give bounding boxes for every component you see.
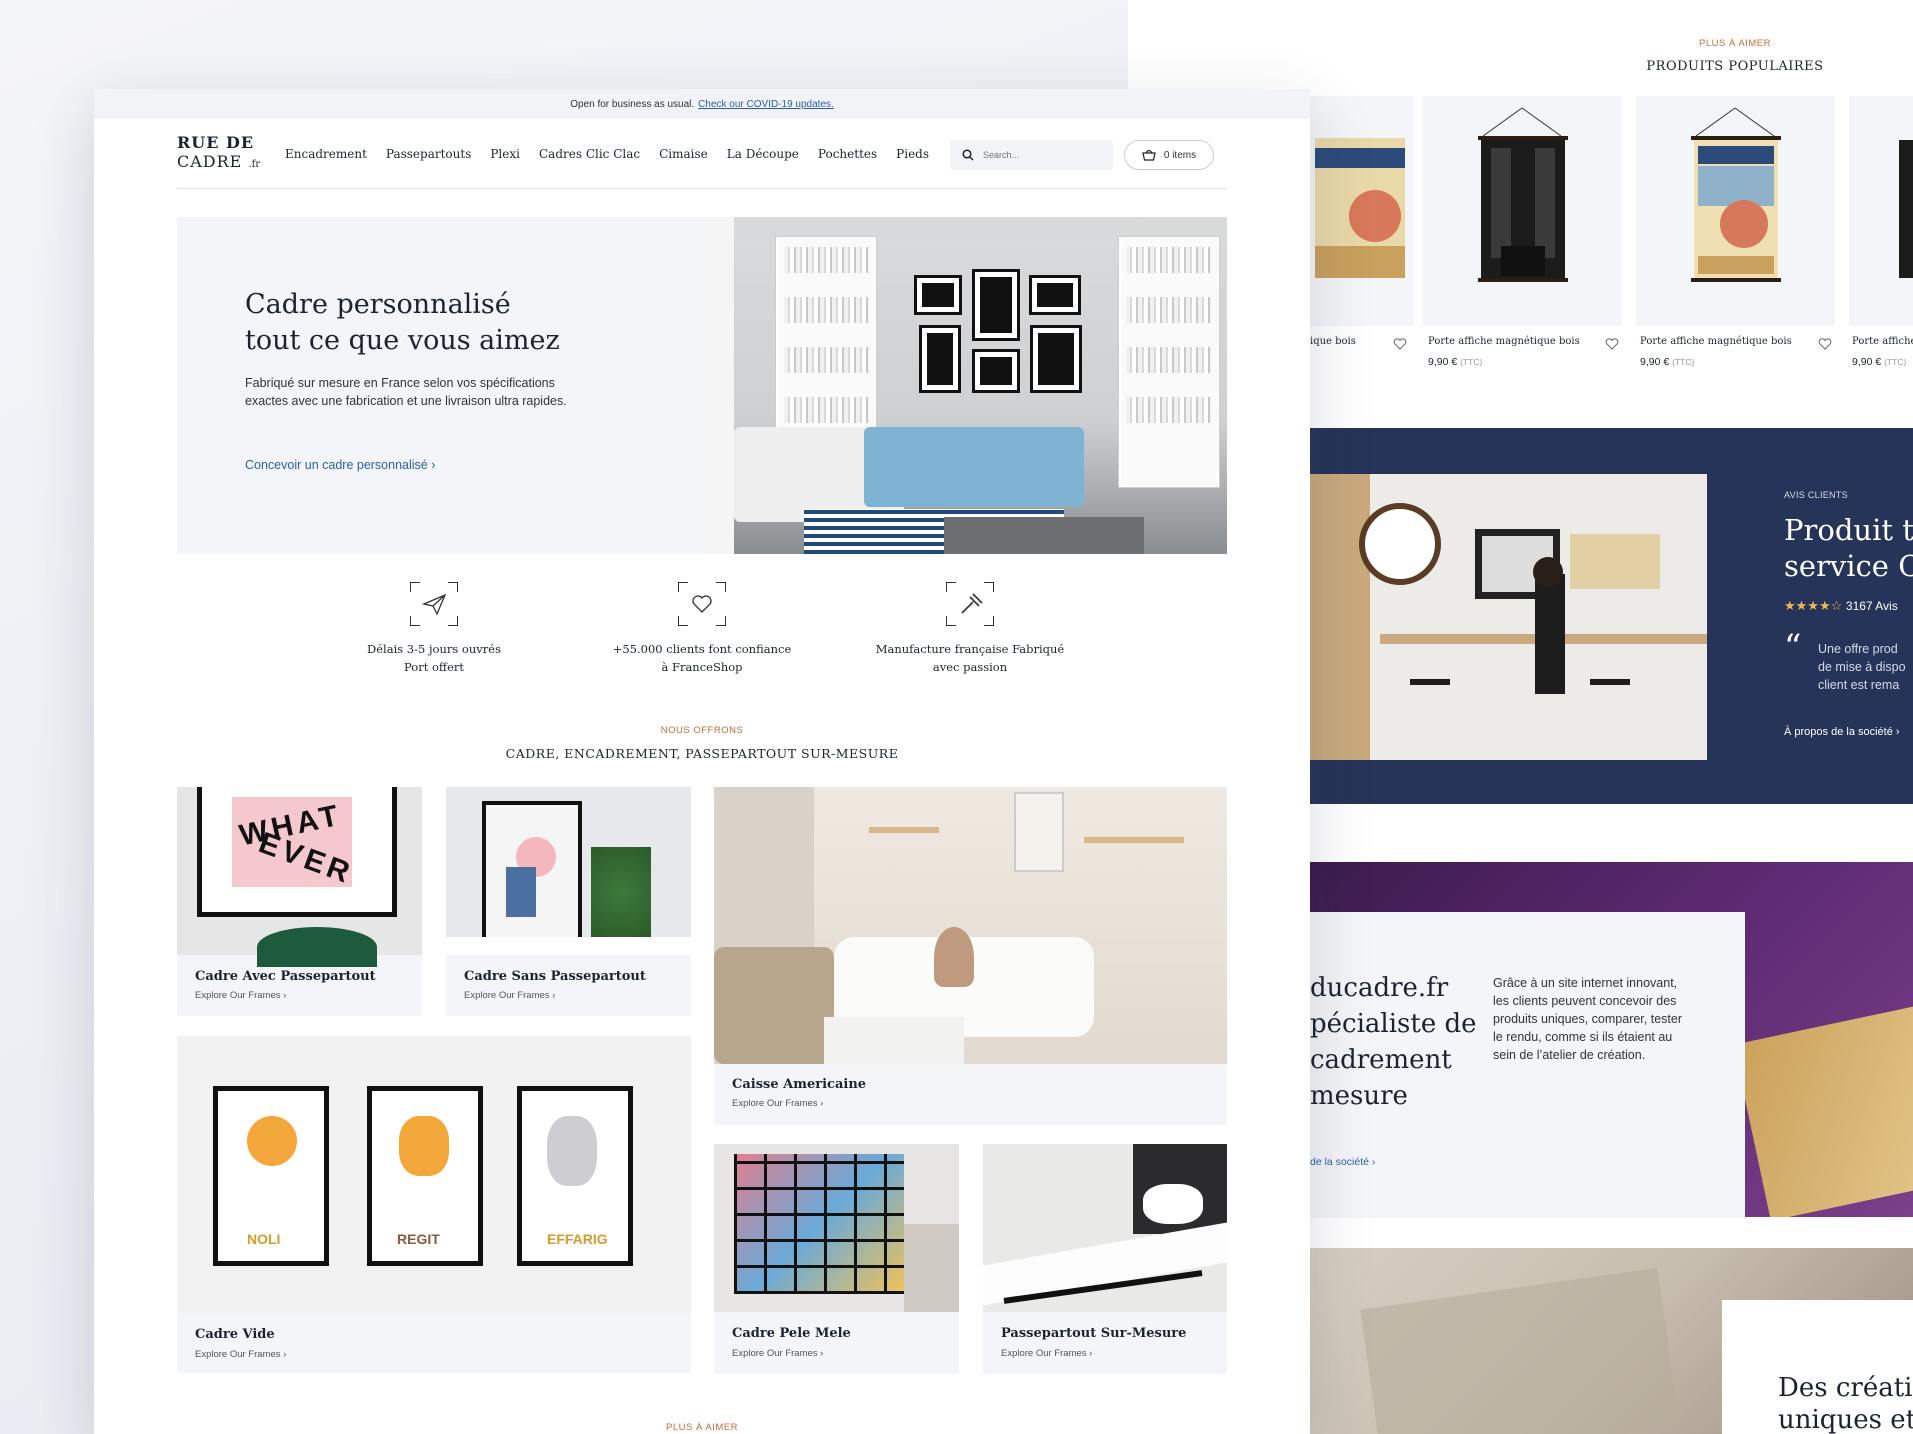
explore-link[interactable]: Explore Our Frames › <box>464 990 555 1001</box>
search-input[interactable] <box>983 150 1103 160</box>
nav-la-decoupe[interactable]: La Découpe <box>727 147 799 161</box>
popular-eyebrow: PLUS À AIMER <box>1699 38 1771 49</box>
wishlist-heart-icon[interactable] <box>1818 338 1832 350</box>
site-logo[interactable]: RUE DE CADRE .fr <box>177 133 285 174</box>
explore-link[interactable]: Explore Our Frames › <box>195 990 286 1001</box>
nav-pochettes[interactable]: Pochettes <box>818 147 877 161</box>
nav-pieds[interactable]: Pieds <box>896 147 929 161</box>
product-card[interactable] <box>1636 96 1835 326</box>
bottom-card: Des créatiouniques et <box>1722 1300 1913 1434</box>
category-card-caisse-americaine[interactable]: Caisse Americaine Explore Our Frames › <box>714 787 1227 1125</box>
about-link[interactable]: de la société › <box>1310 1156 1375 1168</box>
category-title: Caisse Americaine <box>732 1077 867 1092</box>
main-page: Open for business as usual. Check our CO… <box>94 89 1310 1434</box>
logo-line1: RUE DE <box>177 133 255 152</box>
product-name[interactable]: Porte affiche magnétique bois <box>1428 336 1580 347</box>
product-price: 9,90 € (TTC) <box>1640 356 1695 368</box>
explore-link[interactable]: Explore Our Frames › <box>732 1098 823 1109</box>
product-name[interactable]: ique bois <box>1310 336 1356 347</box>
category-image <box>714 1144 959 1312</box>
feature-delivery: Délais 3-5 jours ouvrés Port offert <box>339 582 529 676</box>
hero-description: Fabriqué sur mesure en France selon vos … <box>245 376 567 408</box>
category-card-cadre-vide[interactable]: NOLI REGIT EFFARIG Cadre Vide Explore Ou… <box>177 1036 691 1373</box>
about-card: ducadre.fr pécialiste de cadrement mesure G… <box>1310 912 1745 1218</box>
category-title: Cadre Avec Passepartout <box>195 969 376 984</box>
nav-cadres-clic-clac[interactable]: Cadres Clic Clac <box>539 147 640 161</box>
announcement-bar: Open for business as usual. Check our CO… <box>94 89 1310 119</box>
explore-link[interactable]: Explore Our Frames › <box>732 1348 823 1359</box>
cart-count: 0 items <box>1163 149 1197 161</box>
category-card-passepartout-sur-mesure[interactable]: Passepartout Sur-Mesure Explore Our Fram… <box>983 1144 1227 1374</box>
offer-eyebrow: NOUS OFFRONS <box>660 725 744 736</box>
category-title: Passepartout Sur-Mesure <box>1001 1326 1187 1341</box>
explore-link[interactable]: Explore Our Frames › <box>1001 1348 1092 1359</box>
reviews-eyebrow: AVIS CLIENTS <box>1784 490 1848 500</box>
basket-icon <box>1142 149 1156 161</box>
feature-trust: +55.000 clients font confiance à FranceS… <box>607 582 797 676</box>
site-header: RUE DE CADRE .fr Encadrement Passepartou… <box>177 119 1227 189</box>
hammer-icon <box>946 582 994 626</box>
about-text: Grâce à un site internet innovant, les c… <box>1493 976 1682 1062</box>
category-title: Cadre Sans Passepartout <box>464 969 646 984</box>
star-rating: ★★★★☆ 3167 Avis <box>1784 598 1898 613</box>
category-image <box>983 1144 1227 1312</box>
category-title: Cadre Vide <box>195 1327 275 1342</box>
product-card[interactable] <box>1423 96 1622 326</box>
cafe-photo <box>1310 474 1707 760</box>
category-image <box>446 787 691 955</box>
category-title: Cadre Pele Mele <box>732 1326 851 1341</box>
category-card-cadre-pele-mele[interactable]: Cadre Pele Mele Explore Our Frames › <box>714 1144 959 1374</box>
poster-image <box>1691 107 1781 282</box>
bottom-card-title: Des créatiouniques et <box>1778 1373 1913 1434</box>
product-name[interactable]: Porte affiche m <box>1852 336 1913 347</box>
feature-manufacture: Manufacture française Fabriqué avec pass… <box>875 582 1065 676</box>
hero-title: Cadre personnalisé tout ce que vous aimez <box>245 289 560 356</box>
poster-image <box>1899 140 1913 278</box>
wishlist-heart-icon[interactable] <box>1605 338 1619 350</box>
quote-icon: “ <box>1784 627 1802 667</box>
category-image <box>714 787 1227 1064</box>
logo-line2: CADRE .fr <box>177 152 261 171</box>
nav-cimaise[interactable]: Cimaise <box>659 147 708 161</box>
nav-passepartouts[interactable]: Passepartouts <box>386 147 471 161</box>
design-frame-link[interactable]: Concevoir un cadre personnalisé › <box>245 458 435 472</box>
category-card-cadre-avec-passepartout[interactable]: WHAT EVER Cadre Avec Passepartout Explor… <box>177 787 422 1016</box>
reviews-section: AVIS CLIENTS Produit trservice Cl ★★★★☆ … <box>1310 428 1913 804</box>
covid-updates-link[interactable]: Check our COVID-19 updates. <box>698 99 834 110</box>
about-company-link[interactable]: À propos de la société › <box>1784 726 1900 738</box>
search-icon <box>962 149 974 161</box>
poster-image <box>1478 107 1568 282</box>
search-box[interactable] <box>950 140 1113 170</box>
popular-title: PRODUITS POPULAIRES <box>1646 59 1824 74</box>
about-title: ducadre.fr pécialiste de cadrement mesure <box>1310 973 1477 1111</box>
more-eyebrow: PLUS À AIMER <box>666 1422 738 1433</box>
heart-icon <box>678 582 726 626</box>
product-card[interactable] <box>1849 96 1913 326</box>
wishlist-heart-icon[interactable] <box>1393 338 1407 350</box>
category-card-cadre-sans-passepartout[interactable]: Cadre Sans Passepartout Explore Our Fram… <box>446 787 691 1016</box>
nav-plexi[interactable]: Plexi <box>490 147 520 161</box>
reviews-title: Produit trservice Cl <box>1784 513 1913 583</box>
features-row: Délais 3-5 jours ouvrés Port offert +55.… <box>177 582 1227 692</box>
cart-button[interactable]: 0 items <box>1124 140 1214 170</box>
review-quote: Une offre prod de mise à dispo client est … <box>1818 642 1906 692</box>
offer-title: CADRE, ENCADREMENT, PASSEPARTOUT SUR-MES… <box>505 746 899 761</box>
main-nav: Encadrement Passepartouts Plexi Cadres C… <box>285 147 929 161</box>
living-room-photo <box>704 217 1227 554</box>
paper-plane-icon <box>410 582 458 626</box>
announcement-text: Open for business as usual. <box>570 98 695 110</box>
product-price: 9,90 € (TTC) <box>1852 356 1907 368</box>
category-image: NOLI REGIT EFFARIG <box>177 1036 691 1313</box>
nav-encadrement[interactable]: Encadrement <box>285 147 367 161</box>
category-image: WHAT EVER <box>177 787 422 967</box>
hero-section: Cadre personnalisé tout ce que vous aimez… <box>177 217 1227 554</box>
product-price: 9,90 € (TTC) <box>1428 356 1483 368</box>
product-name[interactable]: Porte affiche magnétique bois <box>1640 336 1792 347</box>
explore-link[interactable]: Explore Our Frames › <box>195 1349 286 1360</box>
